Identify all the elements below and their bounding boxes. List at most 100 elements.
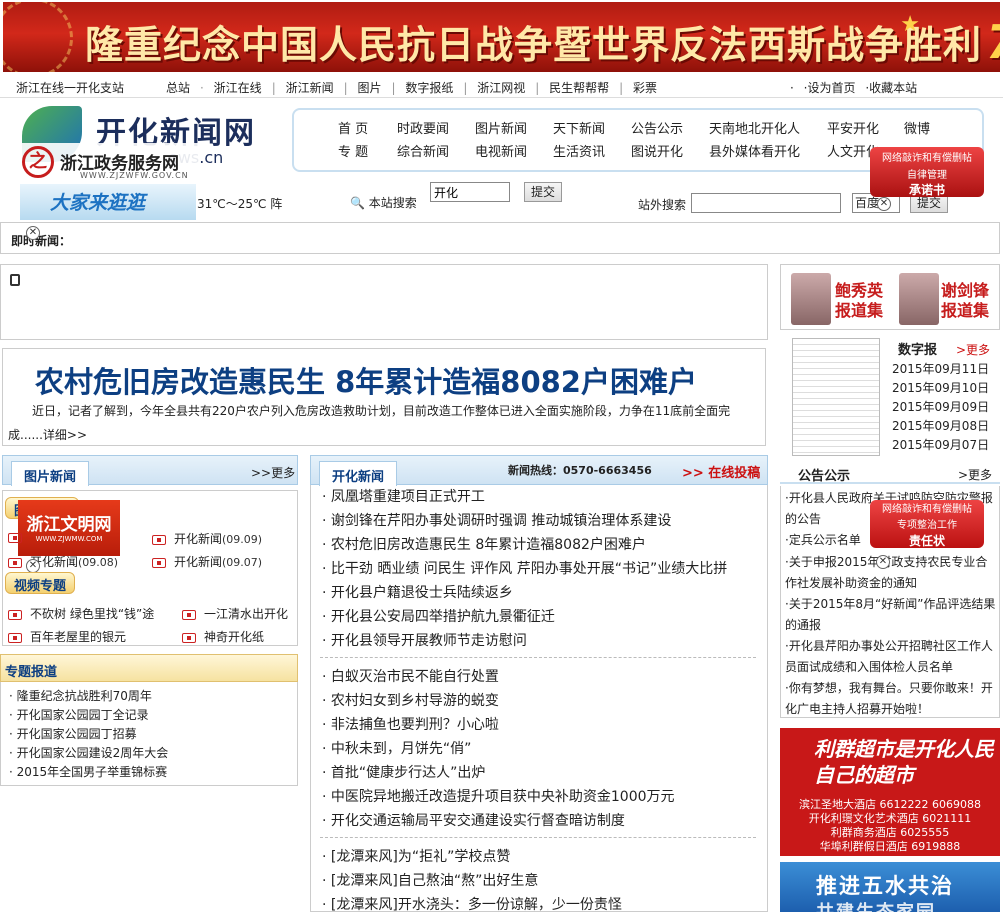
- liqun-supermarket-ad[interactable]: 利群超市是开化人民自己的超市 滨江圣地大酒店 6612222 6069088 开…: [780, 728, 1000, 856]
- list-item[interactable]: 开化新闻(09.08): [8, 553, 118, 570]
- site-search-button[interactable]: 提交: [524, 182, 562, 202]
- external-search-input[interactable]: [691, 193, 841, 213]
- headline-title[interactable]: 农村危旧房改造惠民生 8年累计造福8082户困难户: [35, 359, 697, 401]
- avatar[interactable]: [791, 273, 831, 325]
- close-icon[interactable]: ✕: [876, 555, 890, 569]
- pic-news-header: 图片新闻 >>更多: [2, 455, 298, 486]
- menu-politics[interactable]: 时政要闻: [397, 118, 449, 137]
- list-item[interactable]: · [龙潭来风]自己熬油“熬”出好生意: [322, 870, 538, 890]
- list-item[interactable]: · 2015年全国男子举重锦标赛: [9, 763, 167, 780]
- menu-photo-news[interactable]: 图片新闻: [475, 118, 527, 137]
- paper-date[interactable]: 2015年09月07日: [892, 436, 989, 453]
- menu-special[interactable]: 专 题: [338, 141, 368, 160]
- list-item[interactable]: · 非法捕鱼也要判刑？小心啦: [322, 714, 499, 734]
- list-item[interactable]: 不砍树 绿色里找“钱”途: [8, 605, 154, 622]
- wushui-ad[interactable]: 推进五水共治 共建生态家园: [780, 862, 1000, 923]
- list-item[interactable]: 百年老屋里的银元: [8, 628, 126, 645]
- close-icon[interactable]: ✕: [877, 197, 891, 211]
- city-banner[interactable]: 大家来逛逛: [20, 184, 196, 220]
- list-item[interactable]: · 比干劲 晒业绩 问民生 评作风 芹阳办事处开展“书记”业绩大比拼: [322, 558, 727, 578]
- paper-date[interactable]: 2015年09月11日: [892, 360, 989, 377]
- headline-summary[interactable]: 近日，记者了解到，今年全县共有220户农户列入危房改造救助计划，目前改造工作整体…: [8, 399, 763, 447]
- reporters-box: 鲍秀英 报道集 谢剑锋 报道集: [780, 264, 1000, 330]
- paper-date[interactable]: 2015年09月08日: [892, 417, 989, 434]
- zjzw-url: WWW.ZJZWFW.GOV.CN: [80, 171, 189, 180]
- video-special-pill[interactable]: 视频专题: [5, 572, 76, 594]
- paper-more-link[interactable]: >更多: [956, 341, 990, 358]
- paper-date[interactable]: 2015年09月10日: [892, 379, 989, 396]
- list-item[interactable]: · 凤凰塔重建项目正式开工: [322, 486, 485, 506]
- close-icon[interactable]: ✕: [26, 226, 40, 240]
- tab-pic-news[interactable]: 图片新闻: [11, 461, 90, 486]
- menu-weibo[interactable]: 微博: [904, 118, 930, 137]
- menu-external-media[interactable]: 县外媒体看开化: [709, 141, 800, 160]
- set-homepage-link[interactable]: ·设为首页: [804, 81, 856, 95]
- list-item[interactable]: · 农村危旧房改造惠民生 8年累计造福8082户困难户: [322, 534, 646, 554]
- list-item[interactable]: · 开化县公安局四举措护航九景衢征迁: [322, 606, 555, 626]
- reporter-1[interactable]: 鲍秀英 报道集: [835, 281, 883, 321]
- top-link-tv[interactable]: 浙江网视: [477, 81, 525, 95]
- list-item[interactable]: · 隆重纪念抗战胜利70周年: [9, 687, 152, 704]
- list-item[interactable]: [8, 530, 30, 544]
- top-link-zjol[interactable]: 浙江在线: [214, 81, 262, 95]
- list-item[interactable]: 开化新闻(09.07): [152, 553, 262, 570]
- list-item[interactable]: · [龙潭来风]开水浇头：多一份谅解，少一份责怪: [322, 894, 622, 914]
- list-item[interactable]: · [龙潭来风]为“拒礼”学校点赞: [322, 846, 510, 866]
- anniversary-banner[interactable]: 隆重纪念中国人民抗日战争暨世界反法西斯战争胜利70周年 ★: [3, 2, 1000, 72]
- announce-more-link[interactable]: >更多: [958, 466, 992, 483]
- menu-picture-kaihua[interactable]: 图说开化: [631, 141, 683, 160]
- list-item[interactable]: · 首批“健康步行达人”出炉: [322, 762, 485, 782]
- close-icon[interactable]: ✕: [26, 559, 40, 573]
- list-item[interactable]: · 谢剑锋在芹阳办事处调研时强调 推动城镇治理体系建设: [322, 510, 671, 530]
- submit-news-link[interactable]: >> 在线投稿: [682, 462, 760, 481]
- list-item[interactable]: 一江清水出开化: [182, 605, 288, 622]
- promise-letter-ad[interactable]: 网络敲诈和有偿删帖 自律管理 承诺书: [870, 147, 984, 197]
- list-item[interactable]: · 开化国家公园园丁全记录: [9, 706, 149, 723]
- wenming-url: WWW.ZJWMW.COM: [35, 535, 103, 543]
- menu-safe-kaihua[interactable]: 平安开化: [827, 118, 879, 137]
- site-search-input[interactable]: [430, 182, 510, 202]
- zjzwfw-ad[interactable]: 之 浙江政务服务网 WWW.ZJZWFW.GOV.CN: [20, 143, 200, 185]
- wenming-ad[interactable]: 浙江文明网 WWW.ZJWMW.COM: [18, 500, 120, 556]
- announce-title: 公告公示: [798, 469, 851, 484]
- zrz-line1: 网络敲诈和有偿删帖: [882, 504, 972, 515]
- pic-more-link[interactable]: >>更多: [251, 464, 295, 481]
- top-link-main[interactable]: 总站: [166, 81, 190, 95]
- list-item[interactable]: ·关于申报2015年财政支持农民专业合作社发展补助资金的通知: [785, 552, 997, 594]
- list-item[interactable]: · 开化国家公园园丁招募: [9, 725, 137, 742]
- paper-date[interactable]: 2015年09月09日: [892, 398, 989, 415]
- list-item[interactable]: ·开化县芹阳办事处公开招聘社区工作人员面试成绩和入围体检人员名单: [785, 636, 997, 678]
- responsibility-ad[interactable]: 网络敲诈和有偿删帖 专项整治工作 责任状: [870, 500, 984, 548]
- menu-home[interactable]: 首 页: [338, 118, 368, 137]
- digital-paper-box: 数字报 >更多 2015年09月11日 2015年09月10日 2015年09月…: [780, 336, 1000, 458]
- list-item[interactable]: ·关于2015年8月“好新闻”作品评选结果的通报: [785, 594, 997, 636]
- menu-life-info[interactable]: 生活资讯: [553, 141, 605, 160]
- top-link-photo[interactable]: 图片: [357, 81, 381, 95]
- menu-kaihua-people[interactable]: 天南地北开化人: [709, 118, 800, 137]
- avatar[interactable]: [899, 273, 939, 325]
- top-link-news[interactable]: 浙江新闻: [286, 81, 334, 95]
- list-item[interactable]: · 开化国家公园建设2周年大会: [9, 744, 168, 761]
- list-item[interactable]: ·你有梦想，我有舞台。只要你敢来！开化广电主持人招募开始啦！: [785, 678, 997, 720]
- list-item[interactable]: · 中秋未到，月饼先“俏”: [322, 738, 471, 758]
- tab-kaihua-news[interactable]: 开化新闻: [319, 461, 398, 486]
- list-item[interactable]: 神奇开化纸: [182, 628, 264, 645]
- list-item[interactable]: · 开化县领导开展教师节走访慰问: [322, 630, 527, 650]
- list-item[interactable]: · 白蚁灭治市民不能自行处置: [322, 666, 499, 686]
- weather-text: 31℃～25℃ 阵: [197, 197, 283, 211]
- menu-tv-news[interactable]: 电视新闻: [475, 141, 527, 160]
- list-item[interactable]: 开化新闻(09.09): [152, 530, 262, 547]
- list-item[interactable]: · 中医院异地搬迁改造提升项目获中央补助资金1000万元: [322, 786, 675, 806]
- list-item[interactable]: · 开化县户籍退役士兵陆续返乡: [322, 582, 513, 602]
- list-item[interactable]: · 开化交通运输局平安交通建设实行督查暗访制度: [322, 810, 625, 830]
- menu-general-news[interactable]: 综合新闻: [397, 141, 449, 160]
- menu-announcements[interactable]: 公告公示: [631, 118, 683, 137]
- top-link-help[interactable]: 民生帮帮帮: [549, 81, 609, 95]
- top-link-epaper[interactable]: 数字报纸: [405, 81, 453, 95]
- list-item[interactable]: · 农村妇女到乡村导游的蜕变: [322, 690, 499, 710]
- bookmark-link[interactable]: ·收藏本站: [865, 81, 917, 95]
- top-link-lottery[interactable]: 彩票: [633, 81, 657, 95]
- newspaper-thumbnail[interactable]: [792, 338, 880, 456]
- reporter-2[interactable]: 谢剑锋 报道集: [941, 281, 989, 321]
- menu-world-news[interactable]: 天下新闻: [553, 118, 605, 137]
